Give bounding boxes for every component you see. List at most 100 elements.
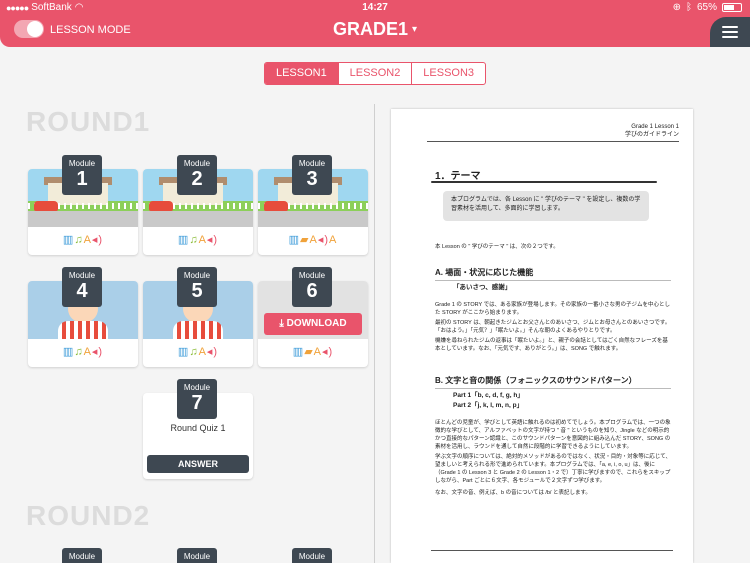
menu-icon-line [722, 36, 738, 38]
subsection-a-subtitle: 「あいさつ、感謝」 [453, 284, 512, 291]
doc-header: Grade 1 Lesson 1 学びのガイドライン [625, 123, 679, 139]
book-icon: ▥ [288, 234, 301, 246]
menu-button[interactable] [710, 17, 750, 47]
round2-heading: ROUND2 [26, 500, 151, 531]
module-badge: Module [177, 548, 217, 563]
status-bar: ●●●●● SoftBank ◠ 14:27 ⊕ ᛒ 65% [0, 0, 750, 16]
module-label: Module [183, 383, 211, 392]
module-number: 4 [76, 280, 88, 302]
module-label: Module [183, 159, 211, 168]
module-label: Module [183, 552, 211, 561]
grade-selector[interactable]: GRADE1 ▾ [0, 19, 750, 40]
theme-box: 本プログラムでは、各 Lesson に " 学びのテーマ " を設定し、複数の学… [443, 191, 649, 221]
column-divider [374, 104, 375, 563]
module-badge: Module 1 [62, 155, 102, 195]
phonics-icon: A [313, 346, 323, 358]
download-button[interactable]: ⤓ DOWNLOAD [264, 313, 362, 335]
sound-icon: ◂) [317, 234, 330, 246]
sound-icon: ◂) [206, 234, 219, 246]
module-card-2[interactable]: Module 2 ▥♫A◂) [143, 155, 253, 255]
paragraph: 機嫌を尋ねられたジムの返事は「眠たいよ。」と、親子の会話としてはごく自然なフレー… [435, 338, 668, 352]
paragraph: ほとんどの児童が、学びとして英語に触れるのは初めてでしょう。本プログラムでは、一… [435, 420, 671, 450]
doc-header-lesson: Grade 1 Lesson 1 [631, 124, 679, 130]
module-card-3[interactable]: Module 3 ▥▰A◂)A [258, 155, 368, 255]
quiz-title: Round Quiz 1 [170, 423, 226, 433]
module-label: Module [68, 552, 96, 561]
module-card-4[interactable]: Module 4 ▥♫A◂) [28, 267, 138, 367]
paragraph: Grade 1 の STORY では、ある家族が登場します。その家族の一番小さな… [435, 302, 671, 316]
module-badge: Module 7 [177, 379, 217, 419]
section-underline [431, 181, 657, 183]
music-icon: ♫ [74, 346, 84, 358]
round1-heading: ROUND1 [26, 106, 151, 137]
subsection-b-title: B. 文字と音の関係（フォニックスのサウンドパターン） [435, 376, 637, 385]
book-icon: ▥ [292, 346, 305, 358]
module-badge: Module 6 [292, 267, 332, 307]
module-badge: Module 5 [177, 267, 217, 307]
module-badge: Module 2 [177, 155, 217, 195]
guideline-document[interactable]: Grade 1 Lesson 1 学びのガイドライン 1．テーマ 本プログラムで… [391, 109, 693, 563]
phonics-icon: A [309, 234, 318, 246]
bluetooth-icon: ᛒ [685, 2, 692, 13]
module-number: 5 [191, 280, 203, 302]
subsection-rule [435, 280, 671, 281]
battery-percent: 65% [696, 2, 717, 13]
material-icons: ▥♫A◂) [28, 233, 138, 246]
paragraph: 最初の STORY は、朝起きたジムとお父さんとのあいさつ、ジムとお母さんとのあ… [435, 320, 671, 334]
module-badge: Module 4 [62, 267, 102, 307]
sound-icon: ◂) [206, 346, 219, 358]
lesson-tabs: LESSON1 LESSON2 LESSON3 [264, 62, 486, 85]
material-icons: ▥▰A◂)A [258, 233, 368, 246]
subsection-a-title: A. 場面・状況に応じた機能 [435, 268, 534, 277]
menu-icon-line [722, 31, 738, 33]
module-label: Module [183, 271, 211, 280]
grade-label: GRADE1 [332, 19, 408, 39]
phonics-icon: A [83, 346, 92, 358]
book-icon: ▥ [62, 346, 75, 358]
music-icon: ♫ [74, 234, 84, 246]
module-card-5[interactable]: Module 5 ▥♫A◂) [143, 267, 253, 367]
book-icon: ▥ [177, 234, 190, 246]
status-right: ⊕ ᛒ 65% [673, 2, 742, 13]
module-card-1[interactable]: Module 1 ▥♫A◂) [28, 155, 138, 255]
phonics-icon: A [198, 234, 207, 246]
module-card-6[interactable]: Module 6 ⤓ DOWNLOAD ▥▰A◂) [258, 267, 368, 367]
material-icons: ▥♫A◂) [143, 345, 253, 358]
music-icon: ♫ [189, 346, 199, 358]
answer-button[interactable]: ANSWER [147, 455, 249, 473]
phonics-icon: A [329, 234, 338, 246]
download-icon: ⤓ [279, 318, 287, 329]
module-label: Module [298, 552, 326, 561]
top-bar: ●●●●● SoftBank ◠ 14:27 ⊕ ᛒ 65% LESSON MO… [0, 0, 750, 47]
module-badge: Module 3 [292, 155, 332, 195]
module-label: Module [68, 271, 96, 280]
module-card-7[interactable]: Module 7 Round Quiz 1 ANSWER [143, 379, 253, 479]
music-icon: ♫ [189, 234, 199, 246]
material-icons: ▥♫A◂) [143, 233, 253, 246]
phonics-icon: A [198, 346, 207, 358]
section-title: 1．テーマ [435, 171, 481, 182]
clock: 14:27 [362, 2, 388, 13]
phonics-icon: A [83, 234, 92, 246]
sound-icon: ◂) [91, 234, 104, 246]
module-number: 2 [191, 168, 203, 190]
module-badge: Module [292, 548, 332, 563]
sound-icon: ◂) [322, 346, 334, 358]
battery-icon [722, 3, 742, 12]
tab-lesson2[interactable]: LESSON2 [337, 63, 412, 84]
menu-icon-line [722, 26, 738, 28]
flag-icon: ▰ [304, 346, 314, 358]
part1-label: Part 1「b, c, d, f, g, h」 [453, 392, 524, 399]
module-number: 6 [306, 280, 318, 302]
paragraph: 学ぶ文字の順序については、絶対的メソッドがあるのではなく、状況・目的・対象等に応… [435, 454, 671, 484]
sound-icon: ◂) [91, 346, 104, 358]
doc-footer-rule [431, 550, 673, 551]
tab-lesson1[interactable]: LESSON1 [265, 63, 338, 84]
book-icon: ▥ [62, 234, 75, 246]
tab-lesson3[interactable]: LESSON3 [411, 63, 485, 84]
module-label: Module [68, 159, 96, 168]
module-badge: Module [62, 548, 102, 563]
download-label: DOWNLOAD [286, 318, 347, 329]
subsection-rule [435, 388, 671, 389]
flag-icon: ▰ [300, 234, 310, 246]
